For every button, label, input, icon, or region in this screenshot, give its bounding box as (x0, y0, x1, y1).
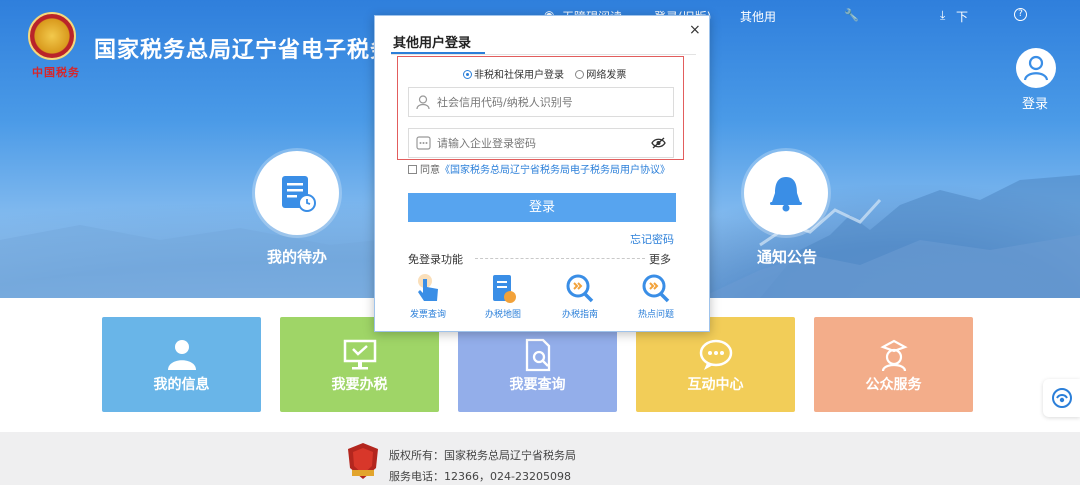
tile-label: 我要查询 (509, 377, 566, 393)
dashed-divider (475, 258, 645, 259)
taxpayer-id-input[interactable] (437, 92, 637, 112)
quick-link-label: 发票查询 (409, 310, 446, 320)
quick-tax-map[interactable]: 办税地图 (478, 273, 528, 323)
wrench-icon[interactable]: 🔧 (844, 8, 859, 22)
assistant-icon (1052, 388, 1072, 408)
service-person-icon (880, 339, 908, 372)
more-link[interactable]: 更多 (649, 251, 671, 267)
download-link[interactable]: 下 (956, 8, 968, 25)
chat-icon (699, 339, 733, 370)
radio-label-nontax[interactable]: 非税和社保用户登录 (474, 70, 564, 81)
feature-notice-label[interactable]: 通知公告 (757, 246, 817, 267)
quick-hot-questions[interactable]: 热点问题 (631, 273, 681, 323)
magnifier-guide-icon (566, 274, 594, 303)
feature-my-todo-label[interactable]: 我的待办 (267, 246, 327, 267)
tab-divider (391, 54, 696, 55)
user-icon (168, 340, 196, 370)
police-badge-icon (348, 443, 378, 479)
quick-link-label: 办税指南 (561, 310, 598, 320)
feature-notice[interactable] (744, 151, 828, 235)
feature-my-todo[interactable] (255, 151, 339, 235)
magnifier-hot-icon (642, 274, 670, 303)
footer-copyright: 版权所有：国家税务总局辽宁省税务局 (389, 449, 576, 462)
free-login-label: 免登录功能 (408, 253, 463, 266)
tile-label: 我要办税 (331, 377, 388, 393)
floating-assistant-button[interactable] (1043, 379, 1080, 417)
forgot-password-link[interactable]: 忘记密码 (630, 231, 674, 247)
document-clock-icon (282, 176, 316, 212)
agreement-link[interactable]: 《国家税务总局辽宁省税务局电子税务局用户协议》 (440, 165, 670, 176)
quick-tax-guide[interactable]: 办税指南 (555, 273, 605, 323)
map-document-icon (493, 275, 516, 303)
eye-hidden-icon[interactable] (651, 137, 666, 149)
user-icon (416, 95, 430, 110)
radio-label-invoice[interactable]: 网络发票 (586, 70, 626, 81)
login-label[interactable]: 登录 (1022, 93, 1048, 112)
login-avatar-button[interactable] (1016, 48, 1056, 88)
bell-icon (770, 177, 802, 212)
agreement-prefix: 同意 (420, 165, 440, 176)
login-button[interactable]: 登录 (408, 193, 676, 222)
quick-link-label: 热点问题 (637, 310, 674, 320)
password-input[interactable] (437, 133, 637, 153)
app-root: 中国税务 国家税务总局辽宁省电子税务局 ◉ 无障碍阅读 登录(旧版) 其他用 🔧… (0, 0, 1080, 485)
download-icon[interactable]: ⤓ (940, 8, 945, 23)
login-modal: 其他用户登录 × 非税和社保用户登录 网络发票 社会信用代码/纳税人识别号 同意… (374, 15, 710, 332)
radio-network-invoice[interactable] (575, 70, 585, 79)
close-icon[interactable]: × (689, 22, 701, 38)
site-title: 国家税务总局辽宁省电子税务局 (94, 38, 417, 63)
tile-my-info[interactable]: 我的信息 (102, 317, 261, 412)
tile-label: 互动中心 (687, 377, 744, 393)
agreement-row: 同意《国家税务总局辽宁省税务局电子税务局用户协议》 (408, 161, 670, 176)
login-type-radio-group: 非税和社保用户登录 网络发票 (463, 66, 626, 81)
tile-public-service[interactable]: 公众服务 (814, 317, 973, 412)
other-users-link[interactable]: 其他用 (740, 8, 776, 25)
tax-emblem-logo (28, 12, 76, 60)
password-dots-icon (416, 136, 431, 150)
monitor-icon (343, 339, 377, 370)
emblem-caption: 中国税务 (32, 66, 80, 79)
quick-link-label: 办税地图 (484, 310, 521, 320)
radio-nontax-social[interactable] (463, 70, 472, 79)
tile-label: 我的信息 (153, 377, 210, 393)
tile-label: 公众服务 (865, 377, 922, 393)
agreement-checkbox[interactable] (408, 165, 417, 174)
help-icon[interactable]: ? (1014, 8, 1027, 21)
search-document-icon (525, 338, 551, 372)
footer-phone: 服务电话：12366，024-23205098 (389, 470, 571, 483)
user-icon (1024, 55, 1048, 81)
hand-pointer-icon (418, 274, 438, 301)
taxpayer-id-field[interactable] (408, 87, 674, 117)
tab-other-users-login[interactable]: 其他用户登录 (393, 32, 471, 51)
quick-invoice-query[interactable]: 发票查询 (403, 273, 453, 323)
password-field[interactable] (408, 128, 674, 158)
